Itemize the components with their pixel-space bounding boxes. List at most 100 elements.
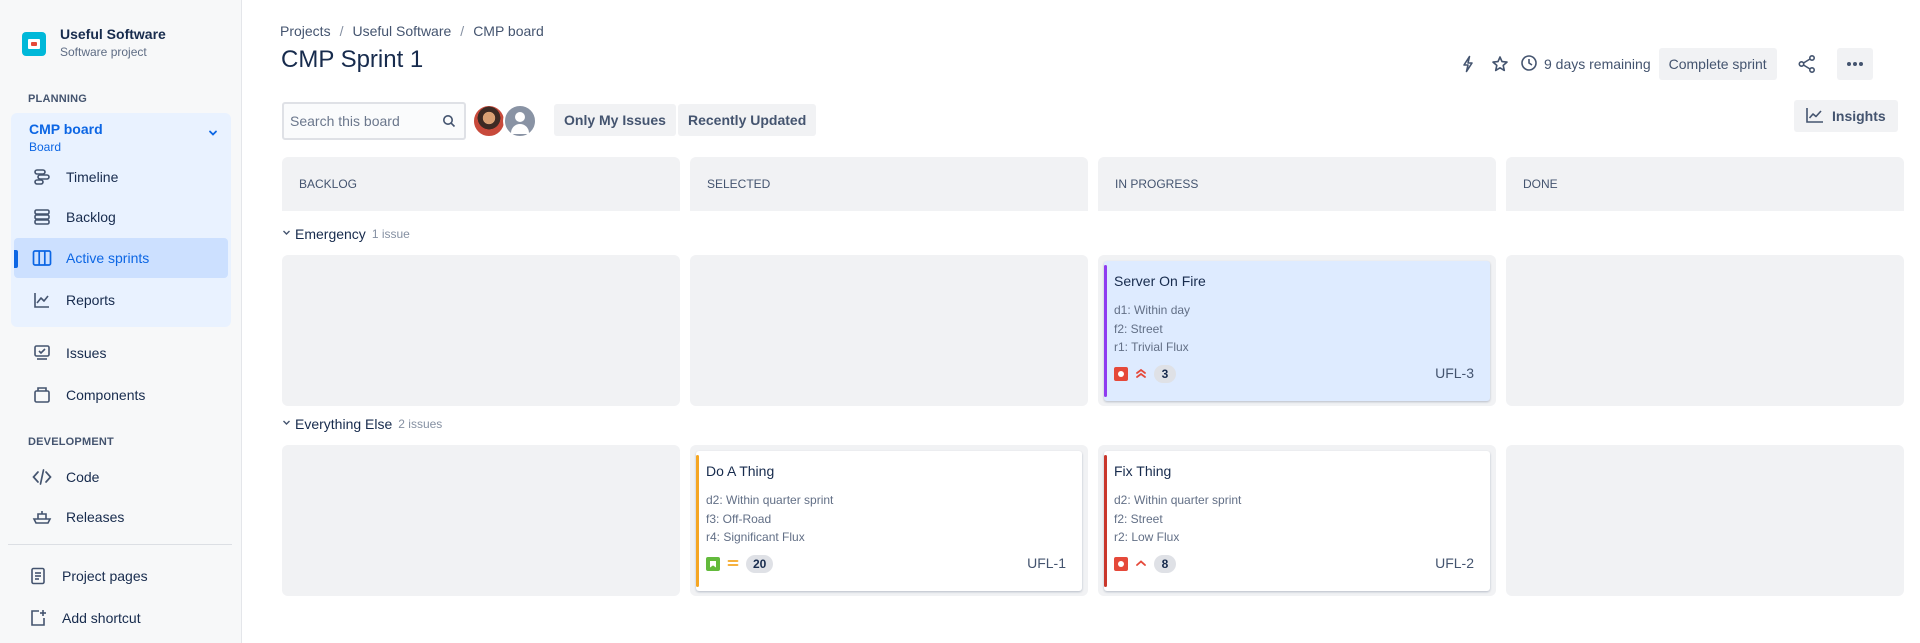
sidebar-item-components[interactable]: Components	[14, 375, 228, 415]
search-icon	[442, 114, 456, 131]
column-header-backlog: BACKLOG	[282, 157, 680, 211]
issue-key[interactable]: UFL-1	[1027, 555, 1066, 571]
issue-card[interactable]: Server On Fire d1: Within day f2: Street…	[1104, 261, 1490, 401]
sprint-remaining: 9 days remaining	[1520, 54, 1651, 75]
card-color-stripe	[1104, 455, 1107, 587]
remaining-text: 9 days remaining	[1544, 56, 1651, 72]
sidebar-item-label: Project pages	[62, 568, 148, 584]
releases-icon	[30, 505, 54, 529]
project-header[interactable]: Useful Software Software project	[22, 24, 166, 60]
card-title: Do A Thing	[706, 463, 775, 479]
swimlane-header[interactable]: Emergency 1 issue	[282, 226, 410, 242]
card-title: Fix Thing	[1114, 463, 1172, 479]
board-cell	[1506, 255, 1904, 406]
sidebar-item-project-pages[interactable]: Project pages	[10, 556, 224, 596]
sidebar-item-reports[interactable]: Reports	[14, 280, 228, 320]
search-field[interactable]	[282, 102, 466, 140]
add-shortcut-icon	[26, 606, 50, 630]
components-icon	[30, 383, 54, 407]
story-points-badge: 3	[1154, 365, 1176, 383]
card-footer: 8	[1114, 555, 1176, 573]
priority-high-icon	[1134, 556, 1148, 573]
chevron-down-icon	[282, 228, 291, 240]
sidebar-item-backlog[interactable]: Backlog	[14, 197, 228, 237]
breadcrumb-separator: /	[460, 23, 465, 39]
active-indicator	[14, 250, 18, 268]
board-columns-icon	[30, 246, 54, 270]
reports-chart-icon	[30, 288, 54, 312]
complete-sprint-button[interactable]: Complete sprint	[1658, 48, 1777, 80]
swimlane-name: Emergency	[295, 226, 366, 242]
breadcrumb-board[interactable]: CMP board	[473, 23, 544, 39]
board-title: CMP board	[29, 121, 103, 137]
breadcrumb-separator: /	[339, 23, 344, 39]
swimlane-header[interactable]: Everything Else 2 issues	[282, 416, 442, 432]
avatar[interactable]	[472, 104, 506, 138]
code-icon	[30, 465, 54, 489]
issues-icon	[30, 341, 54, 365]
sidebar-item-label: Components	[66, 387, 146, 403]
sidebar-item-label: Active sprints	[66, 250, 150, 266]
priority-medium-icon	[726, 556, 740, 573]
backlog-icon	[30, 205, 54, 229]
sidebar-item-timeline[interactable]: Timeline	[14, 157, 228, 197]
project-name: Useful Software	[60, 26, 166, 42]
chevron-down-icon[interactable]	[205, 127, 221, 143]
card-title: Server On Fire	[1114, 273, 1206, 289]
automation-icon[interactable]	[1452, 48, 1484, 80]
board-selector[interactable]: CMP board Board	[29, 119, 103, 155]
insights-button[interactable]: Insights	[1794, 100, 1898, 132]
story-points-badge: 8	[1154, 555, 1176, 573]
card-field: r1: Trivial Flux	[1114, 340, 1189, 354]
header-actions: 9 days remaining Complete sprint	[1452, 48, 1873, 80]
card-fields: d1: Within day f2: Street r1: Trivial Fl…	[1114, 301, 1190, 357]
card-field: r2: Low Flux	[1114, 530, 1180, 544]
sidebar-divider	[8, 544, 232, 545]
avatar-unassigned[interactable]	[503, 104, 537, 138]
column-header-selected: SELECTED	[690, 157, 1088, 211]
bug-icon	[1114, 557, 1128, 571]
breadcrumb-projects[interactable]: Projects	[280, 23, 331, 39]
column-header-done: DONE	[1506, 157, 1904, 211]
board-cell	[282, 445, 680, 596]
issue-key[interactable]: UFL-3	[1435, 365, 1474, 381]
board-cell	[1506, 445, 1904, 596]
sidebar-item-label: Add shortcut	[62, 610, 141, 626]
card-color-stripe	[1104, 265, 1107, 397]
issue-card[interactable]: Fix Thing d2: Within quarter sprint f2: …	[1104, 451, 1490, 591]
sidebar-item-code[interactable]: Code	[14, 457, 228, 497]
breadcrumb: Projects / Useful Software / CMP board	[280, 23, 544, 39]
breadcrumb-project[interactable]: Useful Software	[352, 23, 451, 39]
page-title: CMP Sprint 1	[281, 46, 424, 73]
more-actions-icon[interactable]	[1836, 48, 1873, 80]
insights-chart-icon	[1806, 107, 1824, 126]
project-logo-icon	[22, 32, 46, 56]
recently-updated-filter[interactable]: Recently Updated	[678, 104, 817, 136]
clock-icon	[1520, 54, 1538, 75]
only-my-issues-filter[interactable]: Only My Issues	[554, 104, 676, 136]
card-footer: 3	[1114, 365, 1176, 383]
card-fields: d2: Within quarter sprint f2: Street r2:…	[1114, 491, 1241, 547]
issue-key[interactable]: UFL-2	[1435, 555, 1474, 571]
sidebar-item-add-shortcut[interactable]: Add shortcut	[10, 598, 224, 638]
chevron-down-icon	[282, 418, 291, 430]
board-cell	[282, 255, 680, 406]
card-field: d2: Within quarter sprint	[1114, 493, 1242, 507]
share-icon[interactable]	[1791, 48, 1823, 80]
sidebar-item-label: Reports	[66, 292, 116, 308]
swimlane-count: 1 issue	[371, 227, 410, 241]
sidebar-item-releases[interactable]: Releases	[14, 497, 228, 537]
card-field: f3: Off-Road	[706, 511, 772, 526]
project-type: Software project	[60, 45, 147, 59]
sidebar-item-label: Issues	[66, 345, 107, 361]
search-input[interactable]	[290, 113, 430, 129]
sidebar-item-label: Backlog	[66, 209, 116, 225]
star-icon[interactable]	[1484, 48, 1516, 80]
card-fields: d2: Within quarter sprint f3: Off-Road r…	[706, 491, 833, 547]
card-field: f2: Street	[1114, 511, 1163, 526]
issue-card[interactable]: Do A Thing d2: Within quarter sprint f3:…	[696, 451, 1082, 591]
sidebar-item-issues[interactable]: Issues	[14, 333, 228, 373]
card-field: d1: Within day	[1114, 303, 1191, 317]
sidebar-item-active-sprints[interactable]: Active sprints	[14, 238, 228, 278]
timeline-icon	[30, 165, 54, 189]
